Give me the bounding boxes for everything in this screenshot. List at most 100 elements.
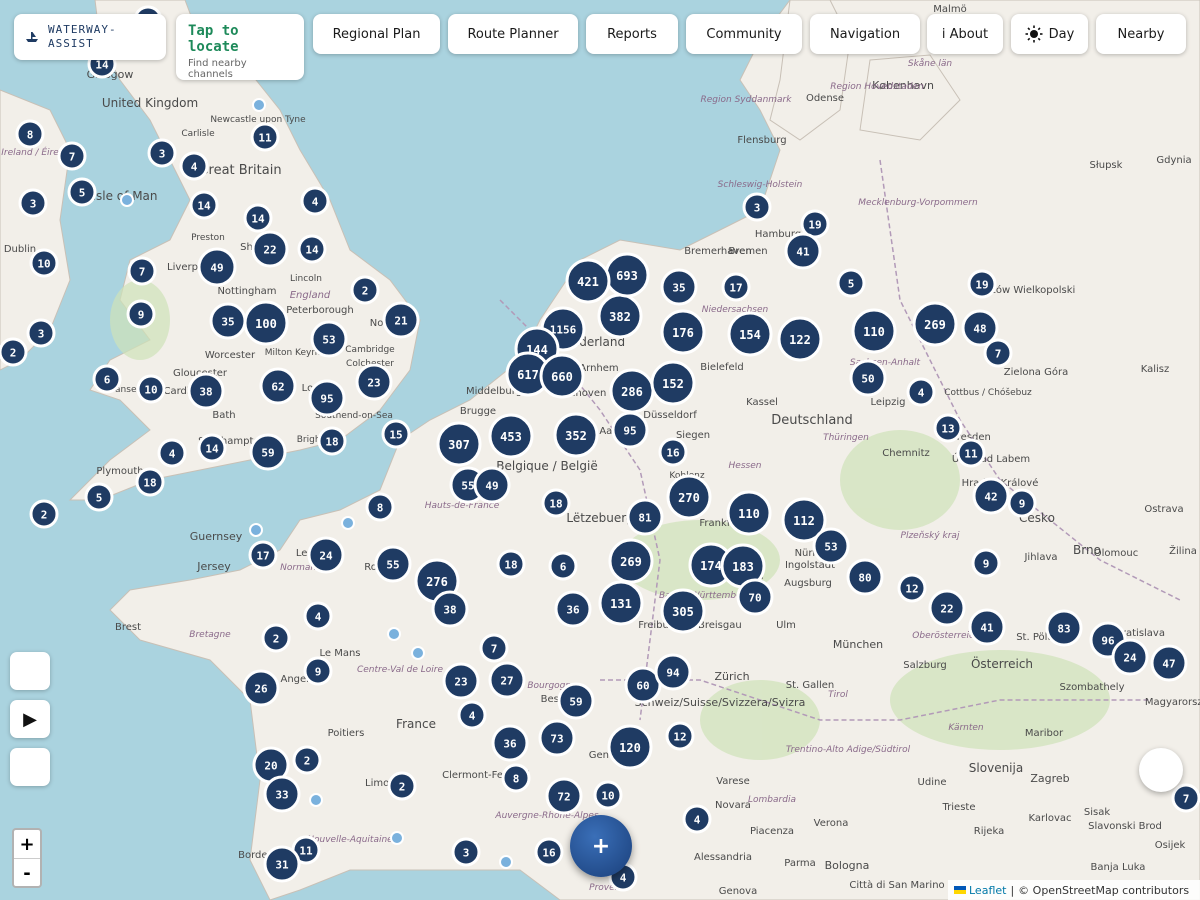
cluster-marker[interactable]: 95 xyxy=(308,379,346,417)
cluster-marker[interactable]: 18 xyxy=(541,488,571,518)
cluster-marker[interactable]: 16 xyxy=(534,837,564,867)
cluster-marker[interactable]: 17 xyxy=(248,540,278,570)
navigation-button[interactable]: Navigation xyxy=(810,14,920,54)
cluster-marker[interactable]: 18 xyxy=(317,426,347,456)
cluster-marker[interactable]: 269 xyxy=(912,301,958,347)
cluster-marker[interactable]: 18 xyxy=(135,467,165,497)
cluster-marker[interactable]: 36 xyxy=(491,724,529,762)
cluster-marker[interactable]: 3 xyxy=(147,138,177,168)
cluster-marker[interactable]: 3 xyxy=(451,837,481,867)
cluster-marker[interactable]: 660 xyxy=(539,353,585,399)
cluster-marker[interactable]: 23 xyxy=(442,662,480,700)
cluster-marker[interactable]: 26 xyxy=(242,669,280,707)
cluster-marker[interactable]: 10 xyxy=(29,248,59,278)
cluster-marker[interactable]: 24 xyxy=(307,536,345,574)
cluster-marker[interactable]: 3 xyxy=(742,192,772,222)
cluster-marker[interactable]: 7 xyxy=(57,141,87,171)
cluster-marker[interactable]: 16 xyxy=(658,437,688,467)
cluster-marker[interactable]: 14 xyxy=(197,433,227,463)
about-button[interactable]: i About xyxy=(927,14,1003,54)
cluster-marker[interactable]: 55 xyxy=(374,545,412,583)
cluster-marker[interactable]: 72 xyxy=(545,777,583,815)
cluster-marker[interactable]: 94 xyxy=(654,653,692,691)
cluster-marker[interactable]: 4 xyxy=(179,151,209,181)
cluster-marker[interactable]: 7 xyxy=(127,256,157,286)
cluster-marker[interactable]: 18 xyxy=(496,549,526,579)
cluster-marker[interactable]: 14 xyxy=(297,234,327,264)
cluster-marker[interactable]: 23 xyxy=(355,363,393,401)
cluster-marker[interactable]: 122 xyxy=(777,316,823,362)
cluster-marker[interactable]: 19 xyxy=(967,269,997,299)
cluster-marker[interactable]: 9 xyxy=(1007,488,1037,518)
add-fab-button[interactable]: + xyxy=(570,815,632,877)
cluster-marker[interactable]: 15 xyxy=(381,419,411,449)
cluster-marker[interactable]: 14 xyxy=(189,190,219,220)
cluster-marker[interactable]: 269 xyxy=(608,538,654,584)
locate-button[interactable]: Tap to locate Find nearby channels xyxy=(176,14,304,80)
cluster-marker[interactable]: 10 xyxy=(593,780,623,810)
cluster-marker[interactable]: 33 xyxy=(263,775,301,813)
cluster-marker[interactable]: 8 xyxy=(501,763,531,793)
cluster-marker[interactable]: 59 xyxy=(557,682,595,720)
cluster-marker[interactable]: 59 xyxy=(249,433,287,471)
cluster-marker[interactable]: 120 xyxy=(607,724,653,770)
day-mode-button[interactable]: Day xyxy=(1011,14,1088,54)
cluster-marker[interactable]: 41 xyxy=(968,608,1006,646)
cluster-marker[interactable]: 53 xyxy=(812,527,850,565)
cluster-marker[interactable]: 41 xyxy=(784,232,822,270)
cluster-marker[interactable]: 382 xyxy=(597,293,643,339)
cluster-marker[interactable]: 352 xyxy=(553,412,599,458)
route-planner-button[interactable]: Route Planner xyxy=(448,14,578,54)
community-button[interactable]: Community xyxy=(686,14,802,54)
cluster-marker[interactable]: 9 xyxy=(126,299,156,329)
cluster-marker[interactable]: 53 xyxy=(310,320,348,358)
cluster-marker[interactable]: 22 xyxy=(251,230,289,268)
point-marker[interactable] xyxy=(249,523,263,537)
cluster-marker[interactable]: 453 xyxy=(488,413,534,459)
cluster-marker[interactable]: 693 xyxy=(604,252,650,298)
cluster-marker[interactable]: 8 xyxy=(365,492,395,522)
cluster-marker[interactable]: 38 xyxy=(187,372,225,410)
cluster-marker[interactable]: 47 xyxy=(1150,644,1188,682)
zoom-in-button[interactable]: + xyxy=(14,830,40,859)
cluster-marker[interactable]: 31 xyxy=(263,845,301,883)
cluster-marker[interactable]: 9 xyxy=(303,656,333,686)
cluster-marker[interactable]: 3 xyxy=(18,188,48,218)
map-canvas[interactable]: GlasgowUnited KingdomNewcastle upon Tyne… xyxy=(0,0,1200,900)
cluster-marker[interactable]: 152 xyxy=(650,360,696,406)
cluster-marker[interactable]: 73 xyxy=(538,719,576,757)
cluster-marker[interactable]: 5 xyxy=(67,177,97,207)
point-marker[interactable] xyxy=(341,516,355,530)
cluster-marker[interactable]: 95 xyxy=(611,411,649,449)
point-marker[interactable] xyxy=(252,98,266,112)
cluster-marker[interactable]: 4 xyxy=(303,601,333,631)
cluster-marker[interactable]: 100 xyxy=(243,300,289,346)
point-marker[interactable] xyxy=(387,627,401,641)
cluster-marker[interactable]: 38 xyxy=(431,590,469,628)
cluster-marker[interactable]: 24 xyxy=(1111,638,1149,676)
cluster-marker[interactable]: 7 xyxy=(479,633,509,663)
cluster-marker[interactable]: 2 xyxy=(292,745,322,775)
cluster-marker[interactable]: 2 xyxy=(261,623,291,653)
cluster-marker[interactable]: 110 xyxy=(726,490,772,536)
cluster-marker[interactable]: 4 xyxy=(906,377,936,407)
cluster-marker[interactable]: 7 xyxy=(1171,783,1200,813)
cluster-marker[interactable]: 49 xyxy=(197,247,237,287)
leaflet-link[interactable]: Leaflet xyxy=(969,884,1006,897)
point-marker[interactable] xyxy=(120,193,134,207)
point-marker[interactable] xyxy=(309,793,323,807)
cluster-marker[interactable]: 10 xyxy=(136,374,166,404)
cluster-marker[interactable]: 110 xyxy=(851,308,897,354)
cluster-marker[interactable]: 286 xyxy=(609,368,655,414)
cluster-marker[interactable]: 2 xyxy=(0,337,28,367)
cluster-marker[interactable]: 27 xyxy=(488,661,526,699)
cluster-marker[interactable]: 4 xyxy=(300,186,330,216)
cluster-marker[interactable]: 35 xyxy=(209,302,247,340)
cluster-marker[interactable]: 13 xyxy=(933,413,963,443)
zoom-out-button[interactable]: - xyxy=(14,859,40,887)
cluster-marker[interactable]: 22 xyxy=(928,589,966,627)
cluster-marker[interactable]: 62 xyxy=(259,367,297,405)
cluster-marker[interactable]: 14 xyxy=(243,203,273,233)
cluster-marker[interactable]: 12 xyxy=(897,573,927,603)
cluster-marker[interactable]: 50 xyxy=(849,359,887,397)
